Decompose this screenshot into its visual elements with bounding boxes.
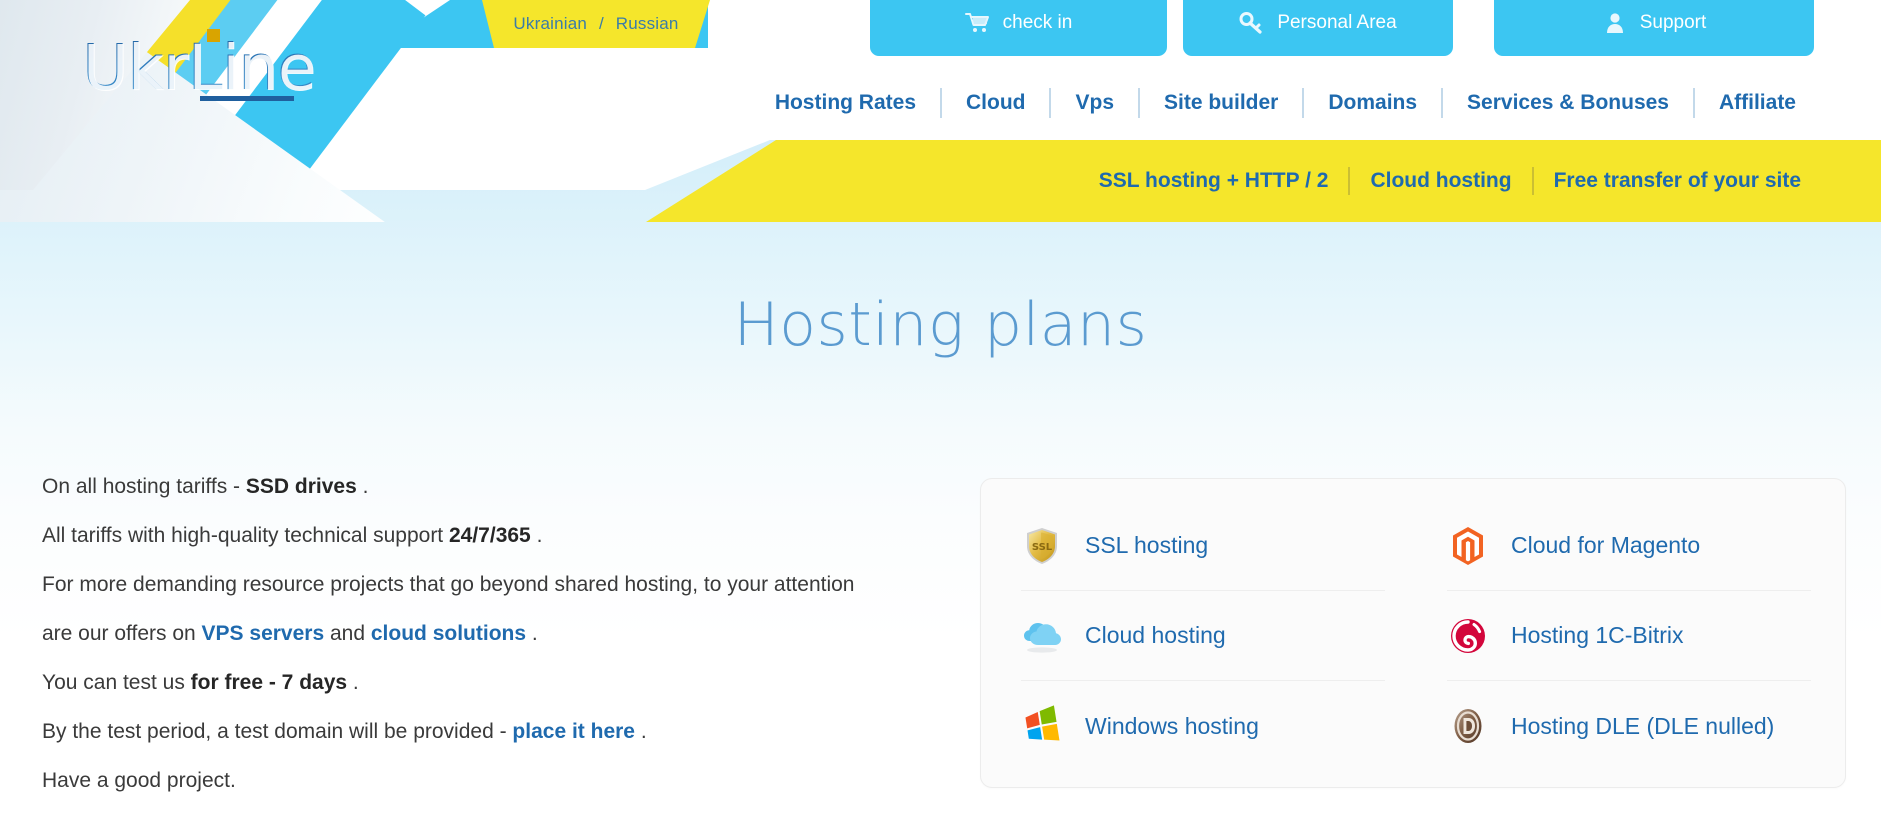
link-vps-servers[interactable]: VPS servers xyxy=(202,622,325,645)
intro-free-trial: for free - 7 days xyxy=(190,671,348,694)
nav-item-cloud[interactable]: Cloud xyxy=(942,91,1049,115)
service-label-cloud-for-magento: Cloud for Magento xyxy=(1511,532,1701,558)
intro-line-2: All tariffs with high-quality technical … xyxy=(42,511,872,560)
tab-check-in-label: check in xyxy=(1002,12,1073,33)
intro-line-5: By the test period, a test domain will b… xyxy=(42,707,872,756)
service-label-cloud-hosting: Cloud hosting xyxy=(1085,622,1226,648)
service-label-ssl-hosting: SSL hosting xyxy=(1085,532,1209,558)
link-place-it-here[interactable]: place it here xyxy=(512,720,635,743)
intro-ssd-drives: SSD drives xyxy=(245,475,357,498)
intro-line-3: For more demanding resource projects tha… xyxy=(42,560,872,658)
intro-line-3-b: and xyxy=(324,622,371,645)
site-header: UkrLine Ukrainian / Russian check in Per… xyxy=(0,0,1881,222)
intro-line-2-c: . xyxy=(530,524,543,547)
intro-line-1-c: . xyxy=(356,475,369,498)
service-item-hosting-dle[interactable]: Hosting DLE (DLE nulled) xyxy=(1447,681,1811,771)
nav-item-domains[interactable]: Domains xyxy=(1304,91,1441,115)
nav-item-site-builder[interactable]: Site builder xyxy=(1140,91,1302,115)
intro-line-1-a: On all hosting tariffs - xyxy=(42,475,246,498)
user-icon xyxy=(1602,12,1628,34)
tab-check-in[interactable]: check in xyxy=(870,0,1167,56)
nav-item-hosting-rates[interactable]: Hosting Rates xyxy=(751,91,940,115)
service-item-ssl-hosting[interactable]: SSL SSL hosting xyxy=(1021,501,1385,591)
magento-icon xyxy=(1447,525,1489,567)
service-item-windows-hosting[interactable]: Windows hosting xyxy=(1021,681,1385,771)
logo-accent-dot xyxy=(207,29,220,42)
tab-support-label: Support xyxy=(1639,12,1707,33)
promo-banner-items: SSL hosting + HTTP / 2 Cloud hosting Fre… xyxy=(1079,140,1821,222)
tab-support[interactable]: Support xyxy=(1494,0,1814,56)
shopping-cart-icon xyxy=(964,12,991,34)
link-cloud-solutions[interactable]: cloud solutions xyxy=(371,622,526,645)
promo-item-cloud-hosting[interactable]: Cloud hosting xyxy=(1350,169,1531,193)
key-icon xyxy=(1239,12,1265,34)
ssl-shield-icon: SSL xyxy=(1021,525,1063,567)
intro-line-4: You can test us for free - 7 days . xyxy=(42,658,872,707)
intro-text-block: On all hosting tariffs - SSD drives . Al… xyxy=(42,462,872,805)
intro-line-4-a: You can test us xyxy=(42,671,191,694)
promo-banner: SSL hosting + HTTP / 2 Cloud hosting Fre… xyxy=(0,140,1881,222)
language-switcher[interactable]: Ukrainian / Russian xyxy=(482,0,710,48)
promo-item-free-transfer[interactable]: Free transfer of your site xyxy=(1534,169,1821,193)
tab-personal-area-label: Personal Area xyxy=(1277,12,1397,33)
services-card: SSL SSL hosting Cloud for Magento Cloud … xyxy=(980,478,1846,788)
service-label-hosting-1c-bitrix: Hosting 1C-Bitrix xyxy=(1511,622,1684,648)
promo-item-ssl-http2[interactable]: SSL hosting + HTTP / 2 xyxy=(1079,169,1349,193)
language-separator: / xyxy=(599,14,604,33)
intro-line-5-c: . xyxy=(634,720,647,743)
intro-line-1: On all hosting tariffs - SSD drives . xyxy=(42,462,872,511)
svg-text:SSL: SSL xyxy=(1032,542,1053,553)
cloud-icon xyxy=(1021,615,1063,657)
intro-line-2-a: All tariffs with high-quality technical … xyxy=(42,524,449,547)
nav-item-services-bonuses[interactable]: Services & Bonuses xyxy=(1443,91,1693,115)
intro-line-4-c: . xyxy=(347,671,359,694)
service-item-cloud-hosting[interactable]: Cloud hosting xyxy=(1021,591,1385,681)
service-label-hosting-dle: Hosting DLE (DLE nulled) xyxy=(1511,712,1775,739)
service-label-windows-hosting: Windows hosting xyxy=(1085,712,1259,739)
nav-item-vps[interactable]: Vps xyxy=(1051,91,1138,115)
intro-line-5-a: By the test period, a test domain will b… xyxy=(42,720,513,743)
main-navigation: Hosting Rates Cloud Vps Site builder Dom… xyxy=(0,88,1820,118)
tab-personal-area[interactable]: Personal Area xyxy=(1183,0,1453,56)
language-option-russian[interactable]: Russian xyxy=(616,14,679,34)
bitrix-icon xyxy=(1447,615,1489,657)
page-title: Hosting plans xyxy=(733,290,1148,360)
windows-icon xyxy=(1021,705,1063,747)
service-item-cloud-for-magento[interactable]: Cloud for Magento xyxy=(1447,501,1811,591)
nav-item-affiliate[interactable]: Affiliate xyxy=(1695,91,1820,115)
service-item-hosting-1c-bitrix[interactable]: Hosting 1C-Bitrix xyxy=(1447,591,1811,681)
intro-line-3-c: . xyxy=(526,622,538,645)
intro-support-hours: 24/7/365 xyxy=(448,524,531,547)
language-option-ukrainian[interactable]: Ukrainian xyxy=(513,14,587,34)
dle-icon xyxy=(1447,705,1489,747)
intro-line-6: Have a good project. xyxy=(42,769,236,792)
